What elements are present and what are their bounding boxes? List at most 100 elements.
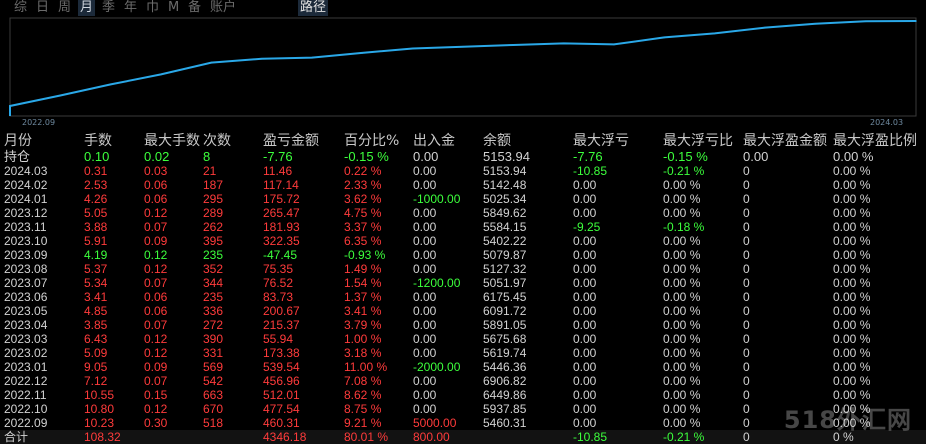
cell-percent: 4.75 % — [344, 206, 382, 220]
equity-point-2022.10 — [59, 94, 62, 97]
cell-max-float-profit-pct: 0.00 % — [833, 206, 871, 220]
equity-point-2023.01 — [210, 61, 213, 64]
tab-quarter[interactable]: 季 — [100, 0, 117, 16]
equity-point-2022.12 — [160, 73, 162, 76]
cell-max-float-loss: 0.00 — [573, 178, 597, 192]
tab-m[interactable]: M — [166, 0, 181, 16]
cell-max-lots: 0.12 — [144, 206, 168, 220]
cell-max-float-profit: 0 — [743, 276, 750, 290]
table-row[interactable]: 2024.01 4.26 0.06 295 175.72 3.62 % -1000.00 50… — [0, 192, 926, 206]
cell-lots: 5.37 — [84, 262, 108, 276]
cell-lots: 2.53 — [84, 178, 108, 192]
cell-percent: -0.15 % — [344, 149, 389, 164]
cell-deposit: 0.00 — [413, 290, 437, 304]
cell-lots: 5.34 — [84, 276, 108, 290]
cell-max-lots: 0.02 — [144, 149, 170, 164]
cell-max-float-profit-pct: 0.00 % — [833, 149, 874, 164]
table-row[interactable]: 2023.06 3.41 0.06 235 83.73 1.37 % 0.00 6175.45… — [0, 290, 926, 304]
table-row[interactable]: 2024.02 2.53 0.06 187 117.14 2.33 % 0.00 5142.4… — [0, 178, 926, 192]
table-row[interactable]: 2023.01 9.05 0.09 569 539.54 11.00 % -2000.00 5… — [0, 360, 926, 374]
cell-max-float-profit: 0 — [743, 374, 750, 388]
cell-lots: 10.55 — [84, 388, 115, 402]
cell-deposit: 0.00 — [413, 206, 437, 220]
holding-row[interactable]: 持仓 0.10 0.02 8 -7.76 -0.15 % 0.00 5153.94 -7.76 -… — [0, 150, 926, 164]
cell-deposit: -1200.00 — [413, 276, 461, 290]
equity-point-2023.06 — [462, 45, 464, 48]
cell-max-float-loss: 0.00 — [573, 192, 597, 206]
monthly-stats-table: 月份 手数 最大手数 次数 盈亏金额 百分比% 出入金 余额 最大浮亏 最大浮亏比 最大浮盈金额 最大… — [0, 133, 926, 444]
tab-backup[interactable]: 备 — [186, 0, 203, 16]
cell-month: 2024.01 — [4, 192, 48, 206]
cell-max-float-loss-pct: 0.00 % — [663, 332, 701, 346]
cell-pnl: 55.94 — [263, 332, 294, 346]
equity-point-2023.03 — [311, 56, 313, 59]
cell-percent: 0.22 % — [344, 164, 382, 178]
cell-lots: 0.31 — [84, 164, 108, 178]
cell-max-float-loss: -7.76 — [573, 149, 603, 164]
cell-deposit: -1000.00 — [413, 192, 461, 206]
cell-max-lots: 0.07 — [144, 374, 168, 388]
cell-deposit: 5000.00 — [413, 416, 457, 430]
cell-lots: 3.88 — [84, 220, 108, 234]
route-button[interactable]: 路径 — [298, 0, 329, 16]
cell-max-float-loss-pct: 0.00 % — [663, 290, 701, 304]
cell-month: 2022.11 — [4, 388, 47, 402]
table-row[interactable]: 2023.08 5.37 0.12 352 75.35 1.49 % 0.00 5127.32… — [0, 262, 926, 276]
cell-max-float-profit: 0 — [743, 206, 750, 220]
cell-max-lots: 0.12 — [144, 346, 168, 360]
cell-count: 331 — [203, 346, 224, 360]
cell-month: 2023.09 — [4, 248, 48, 262]
cell-lots: 5.05 — [84, 206, 108, 220]
header-max-float-profit-pct: 最大浮盈比例 — [833, 133, 917, 149]
equity-point-2023.10 — [663, 36, 666, 39]
table-row[interactable]: 2023.11 3.88 0.07 262 181.93 3.37 % 0.00 5584.1… — [0, 220, 926, 234]
cell-pnl: 83.73 — [263, 290, 294, 304]
cell-percent: 2.33 % — [344, 178, 382, 192]
cell-max-float-profit-pct: 0.00 % — [833, 360, 871, 374]
cell-max-float-loss-pct: 0.00 % — [663, 234, 701, 248]
tab-summary[interactable]: 综 — [12, 0, 29, 16]
cell-max-lots: 0.06 — [144, 304, 168, 318]
table-row[interactable]: 2023.07 5.34 0.07 344 76.52 1.54 % -1200.00 505… — [0, 276, 926, 290]
cell-pnl: 11.46 — [263, 164, 293, 178]
table-row[interactable]: 2023.10 5.91 0.09 395 322.35 6.35 % 0.00 5402.2… — [0, 234, 926, 248]
cell-count: 235 — [203, 248, 224, 262]
cell-max-float-profit-pct: 0.00 % — [833, 332, 871, 346]
cell-max-float-profit-pct: 0.00 % — [833, 290, 871, 304]
tab-week[interactable]: 周 — [56, 0, 73, 16]
cell-max-float-profit-pct: 0.00 % — [833, 234, 871, 248]
cell-max-float-profit: 0 — [743, 360, 750, 374]
cell-max-float-loss: 0.00 — [573, 346, 597, 360]
table-row[interactable]: 2023.04 3.85 0.07 272 215.37 3.79 % 0.00 5891.0… — [0, 318, 926, 332]
tab-month[interactable]: 月 — [78, 0, 96, 16]
table-row[interactable]: 2024.03 0.31 0.03 21 11.46 0.22 % 0.00 5153.94 -… — [0, 164, 926, 178]
cell-lots: 108.32 — [84, 430, 121, 444]
cell-deposit: 0.00 — [413, 262, 437, 276]
table-row[interactable]: 2023.09 4.19 0.12 235 -47.45 -0.93 % 0.00 5079.… — [0, 248, 926, 262]
table-row[interactable]: 2023.05 4.85 0.06 336 200.67 3.41 % 0.00 6091.7… — [0, 304, 926, 318]
cell-max-float-loss-pct: -0.18 % — [663, 220, 705, 234]
cell-lots: 3.41 — [84, 290, 108, 304]
table-row[interactable]: 2023.02 5.09 0.12 331 173.38 3.18 % 0.00 5619.7… — [0, 346, 926, 360]
tab-year[interactable]: 年 — [122, 0, 139, 16]
cell-max-float-loss-pct: 0.00 % — [663, 402, 701, 416]
cell-max-float-loss-pct: -0.21 % — [663, 164, 705, 178]
cell-max-float-loss: -10.85 — [573, 164, 608, 178]
cell-deposit: 0.00 — [413, 346, 437, 360]
cell-max-float-profit-pct: 0.00 % — [833, 248, 871, 262]
cell-max-lots: 0.15 — [144, 388, 168, 402]
cell-percent: 3.62 % — [344, 192, 382, 206]
equity-point-2024.01 — [814, 23, 817, 25]
cell-deposit: 0.00 — [413, 374, 437, 388]
cell-percent: 80.01 % — [344, 430, 389, 444]
table-row[interactable]: 2023.12 5.05 0.12 289 265.47 4.75 % 0.00 5849.6… — [0, 206, 926, 220]
cell-pnl: 117.14 — [263, 178, 299, 192]
tab-currency[interactable]: 巾 — [144, 0, 161, 16]
table-row[interactable]: 2023.03 6.43 0.12 390 55.94 1.00 % 0.00 5675.68… — [0, 332, 926, 346]
tab-account[interactable]: 账户 — [208, 0, 238, 16]
tab-day[interactable]: 日 — [34, 0, 51, 16]
equity-point-2023.08 — [562, 42, 565, 45]
table-row[interactable]: 2022.12 7.12 0.07 542 456.96 7.08 % 0.00 6906.8… — [0, 374, 926, 388]
cell-month: 2023.02 — [4, 346, 48, 360]
cell-max-lots: 0.07 — [144, 220, 168, 234]
